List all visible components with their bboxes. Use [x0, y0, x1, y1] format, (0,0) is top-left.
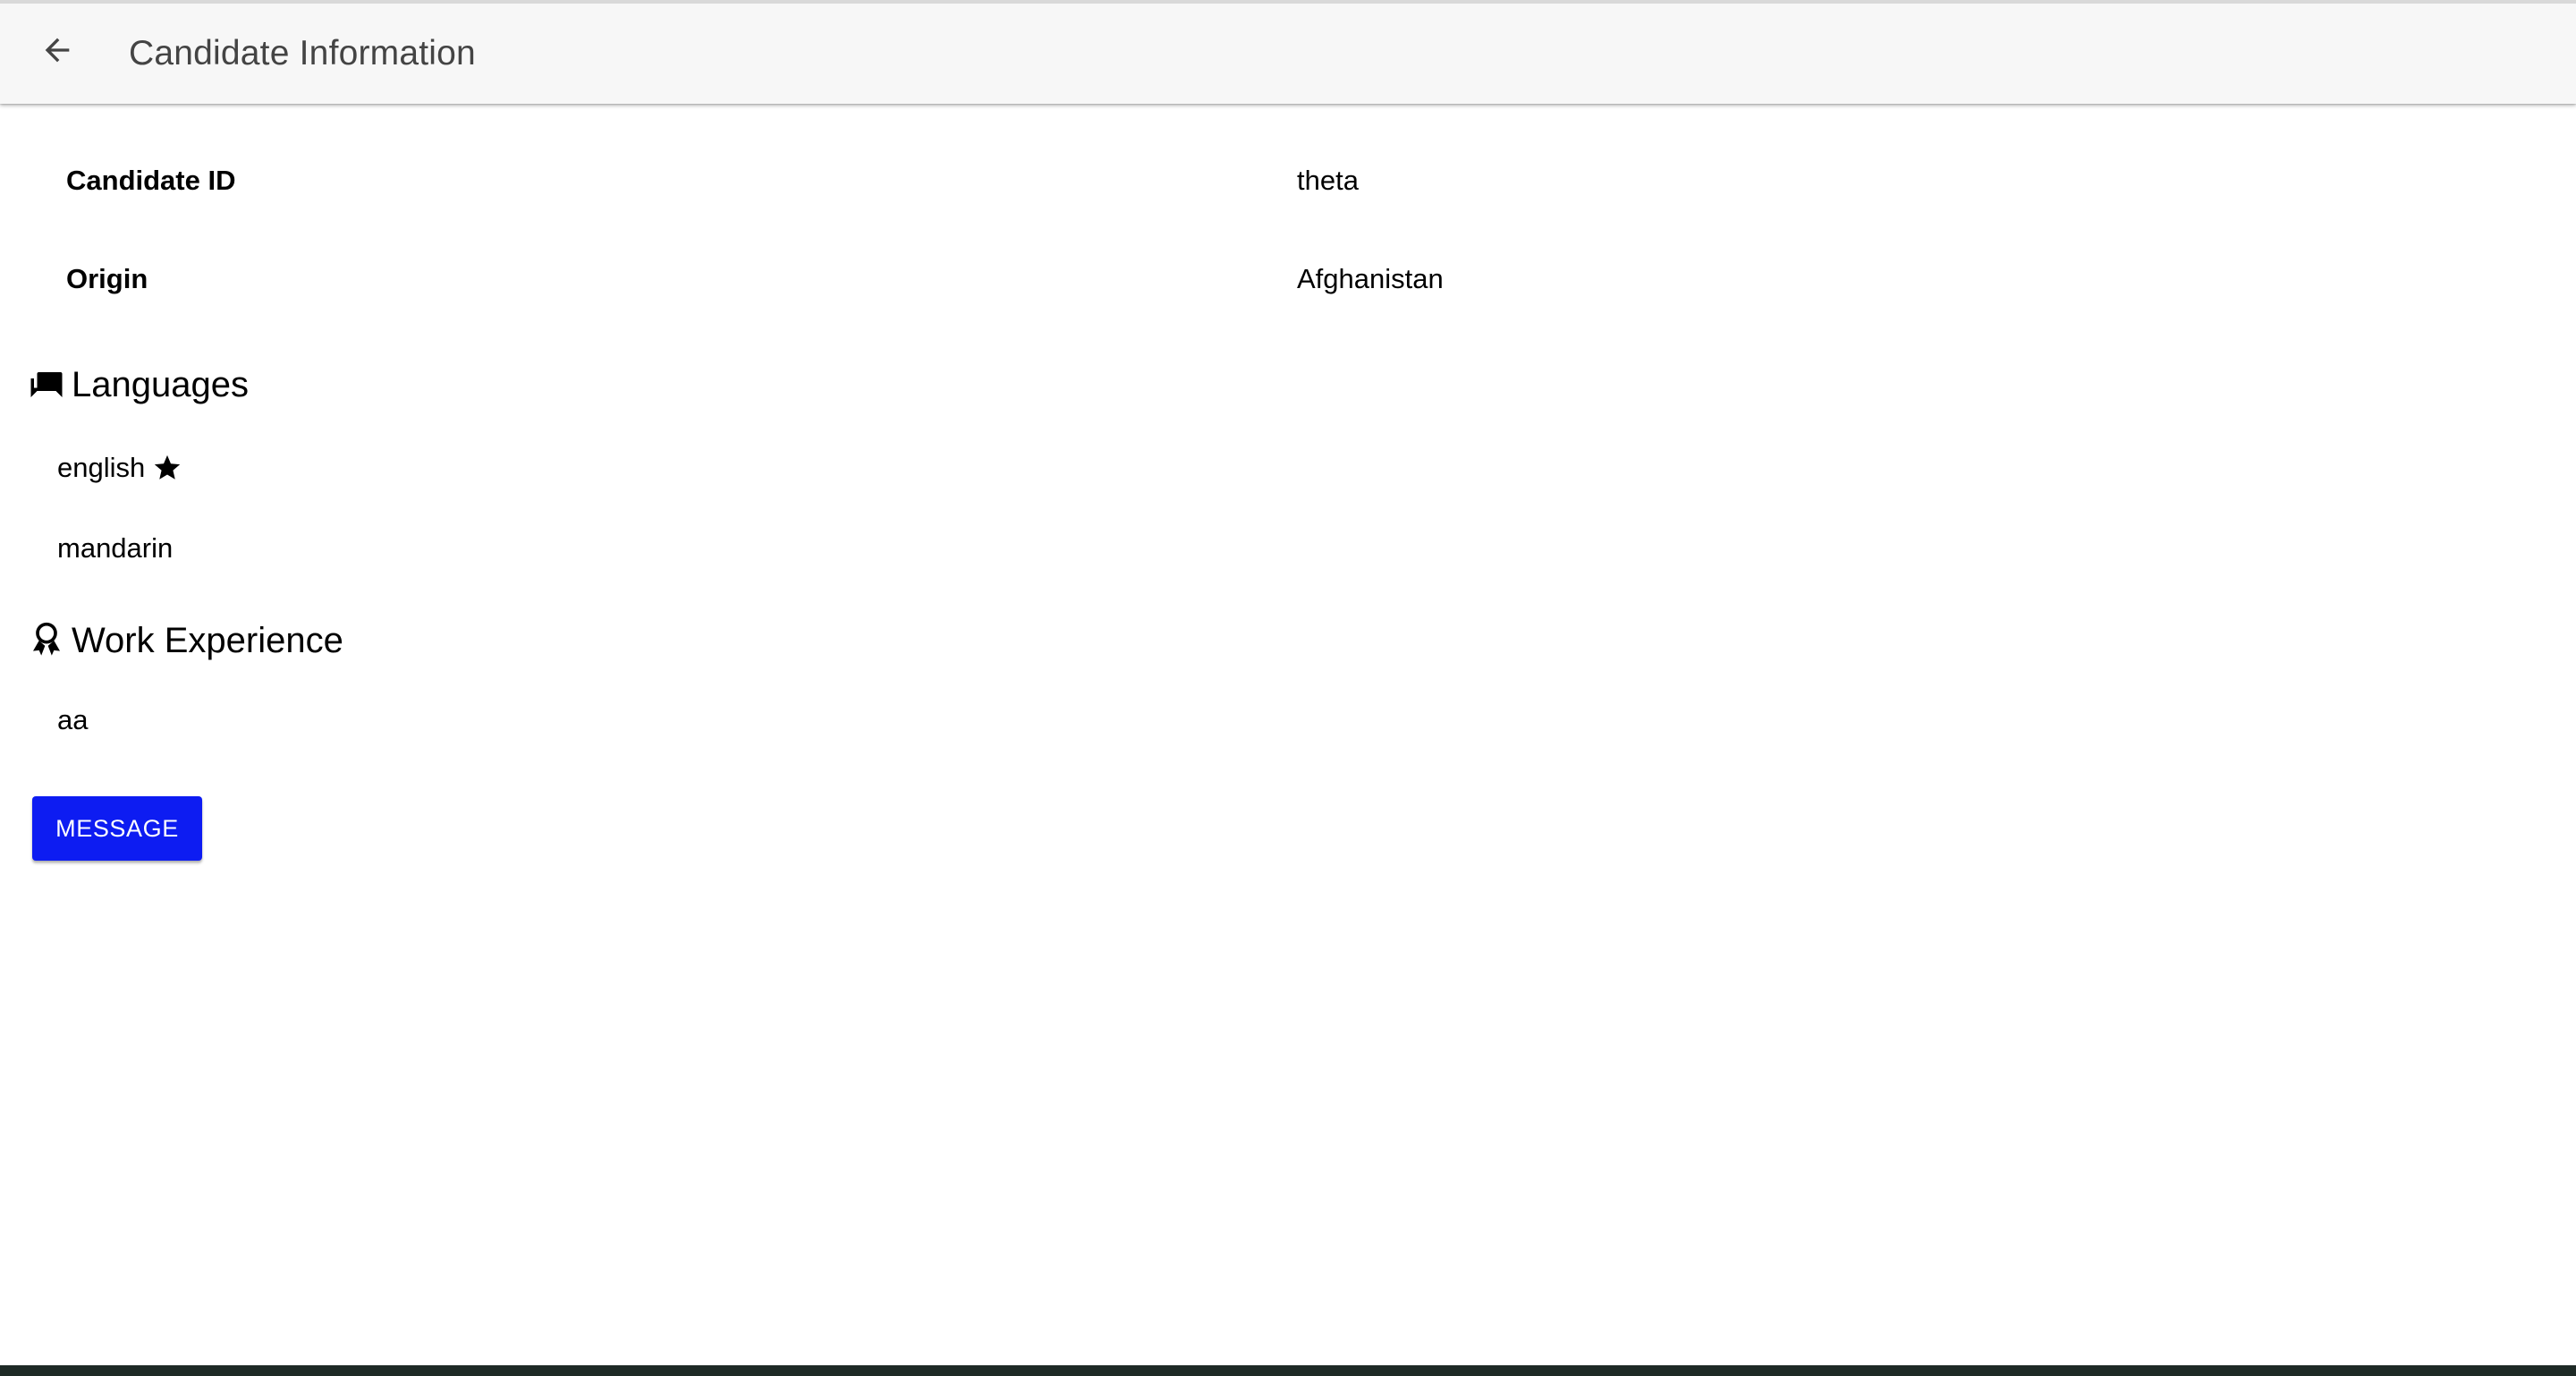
origin-label: Origin	[66, 263, 148, 294]
origin-value: Afghanistan	[1297, 263, 1444, 294]
award-icon	[27, 621, 66, 660]
candidate-id-value: theta	[1297, 165, 1359, 196]
work-experience-heading-text: Work Experience	[72, 620, 343, 660]
app-window: Candidate Information Candidate ID theta…	[0, 0, 2576, 1365]
origin-row: Origin Afghanistan	[0, 243, 2576, 315]
page-title: Candidate Information	[129, 34, 476, 72]
work-experience-text: aa	[57, 704, 89, 735]
message-button[interactable]: MESSAGE	[32, 796, 202, 861]
language-name: mandarin	[57, 532, 174, 564]
languages-heading: Languages	[27, 358, 249, 412]
back-button[interactable]	[25, 18, 89, 82]
chat-bubbles-icon	[27, 365, 66, 404]
candidate-id-label: Candidate ID	[66, 165, 236, 196]
star-icon	[152, 453, 182, 483]
arrow-back-icon	[39, 32, 75, 68]
language-item: english	[57, 446, 182, 490]
language-item: mandarin	[57, 526, 173, 571]
work-experience-item: aa	[57, 698, 88, 743]
languages-heading-text: Languages	[72, 364, 249, 404]
language-name: english	[57, 452, 146, 483]
top-app-bar: Candidate Information	[0, 4, 2576, 104]
work-experience-heading: Work Experience	[27, 614, 343, 667]
candidate-id-row: Candidate ID theta	[0, 145, 2576, 217]
